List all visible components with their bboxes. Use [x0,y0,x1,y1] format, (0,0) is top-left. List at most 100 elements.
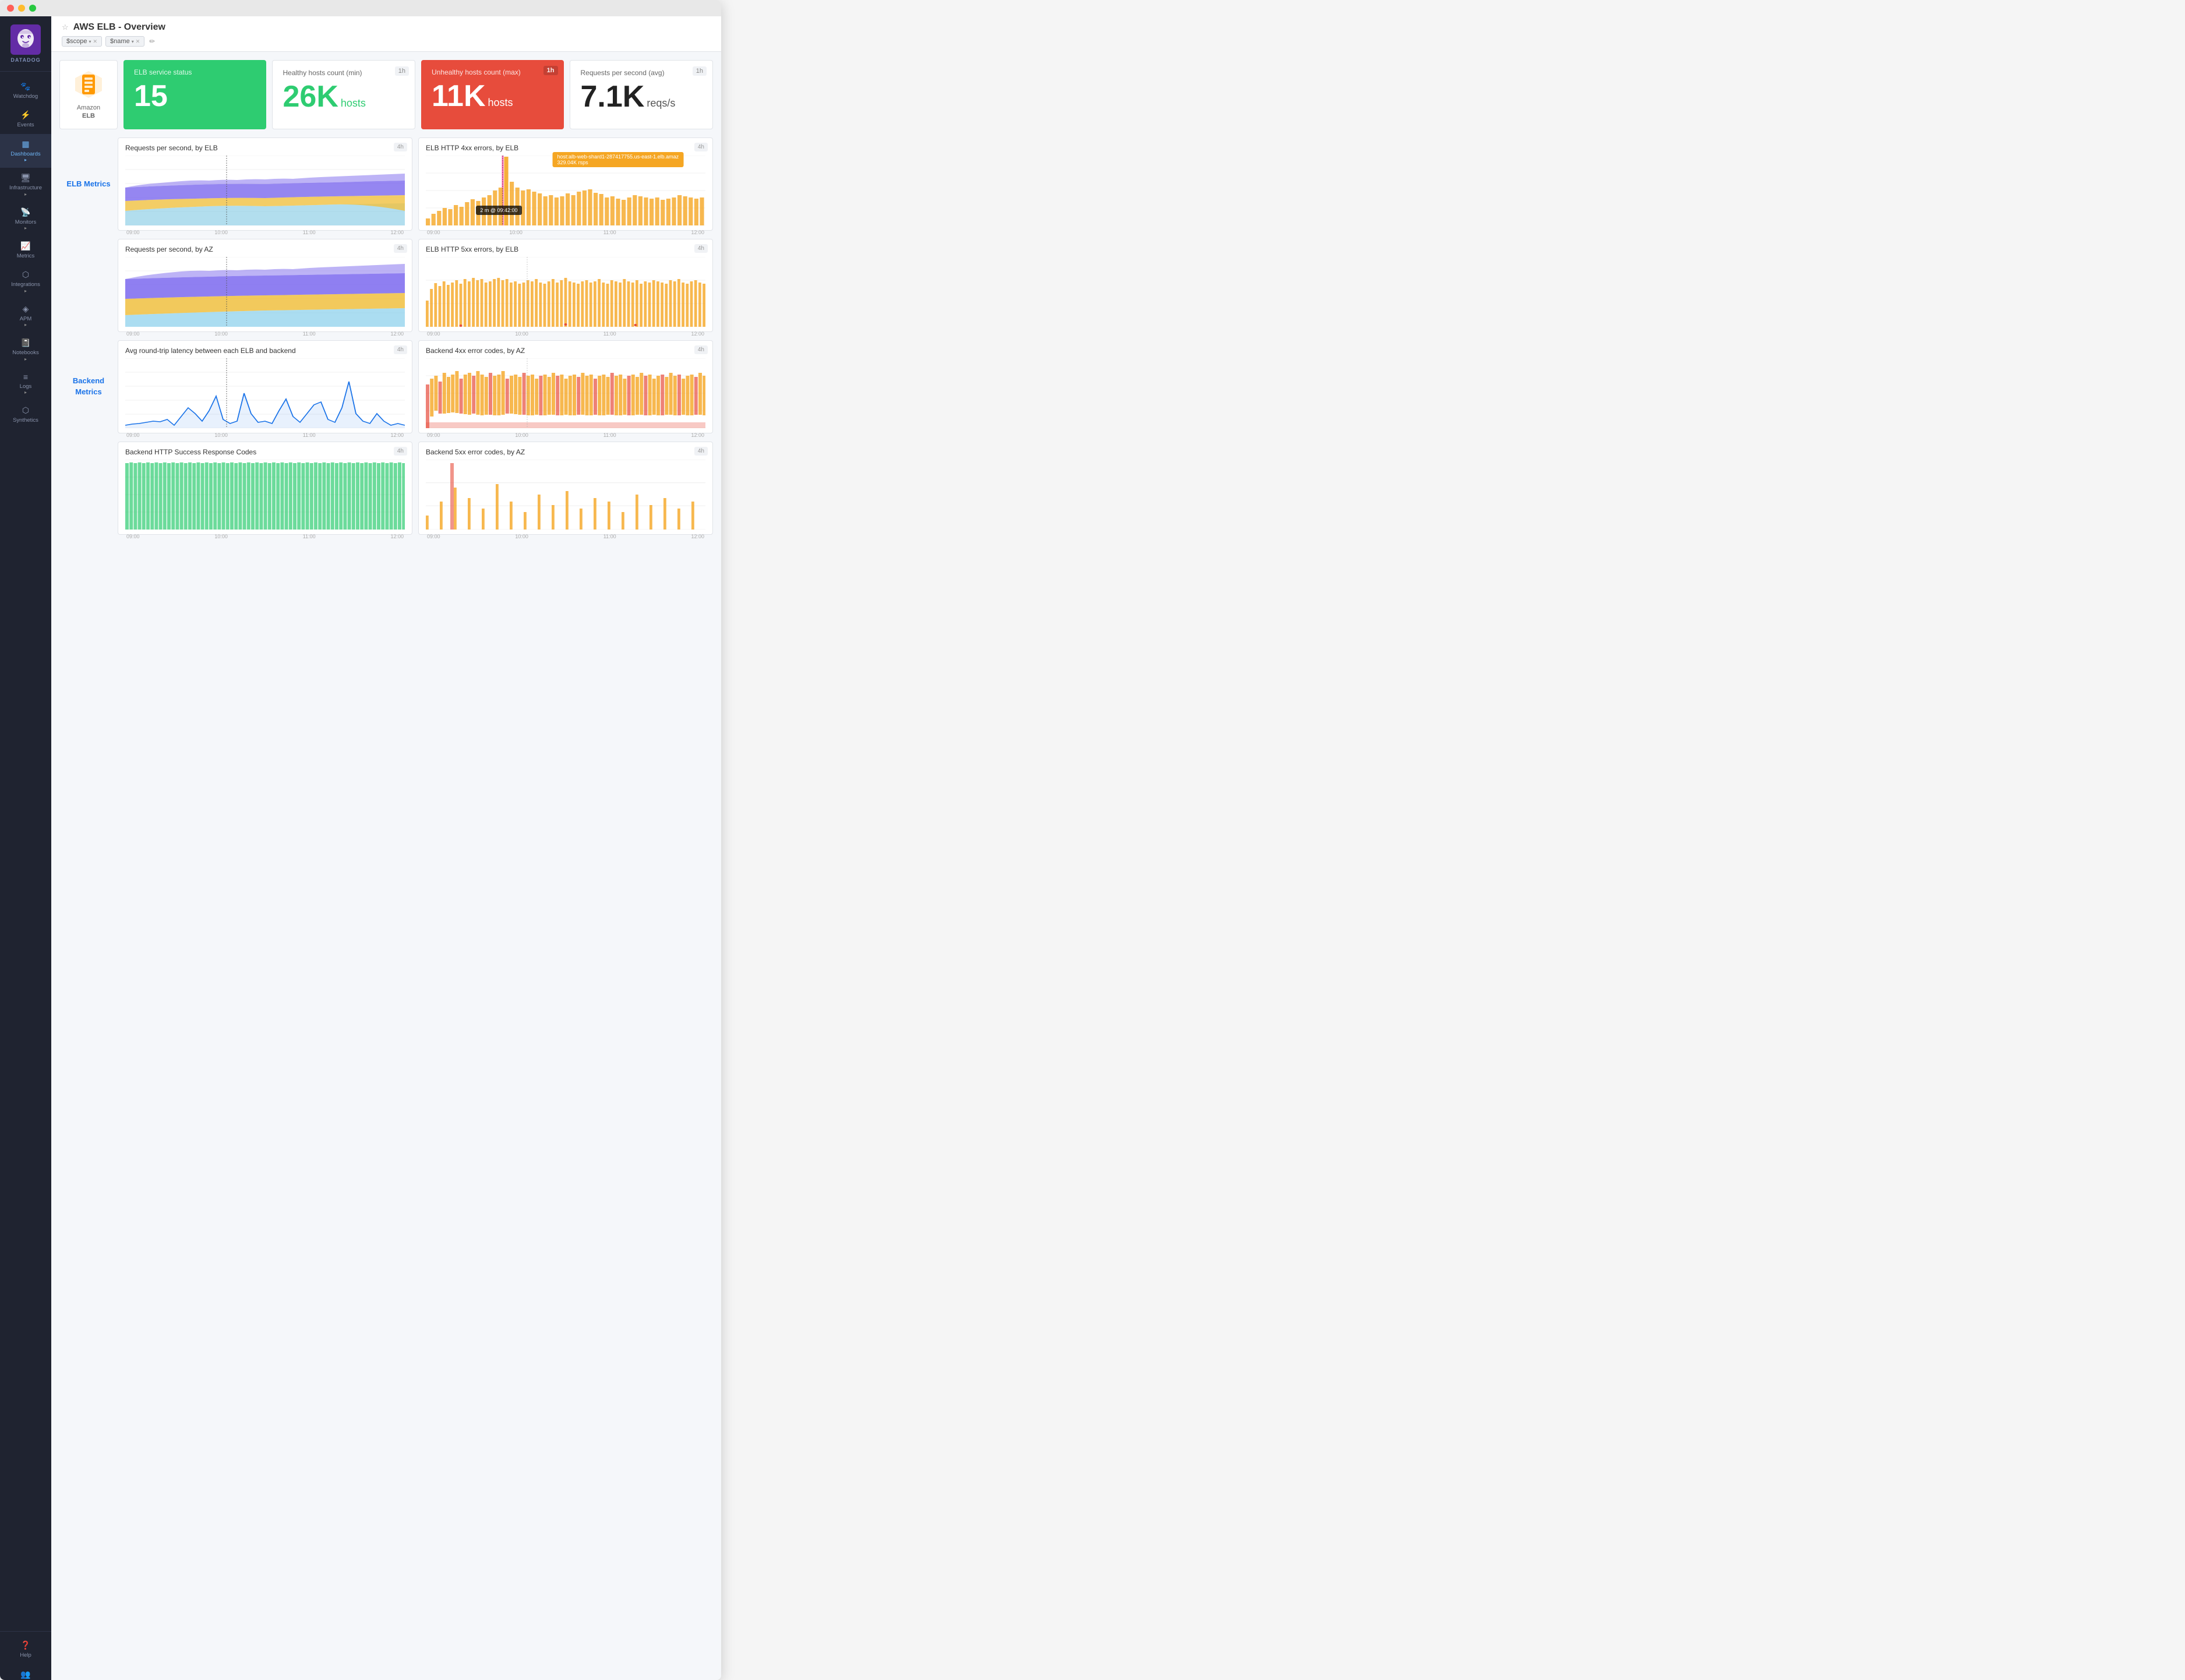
sidebar-item-notebooks[interactable]: 📓 Notebooks ▸ [0,333,51,366]
sidebar-item-help[interactable]: ❓ Help [0,1635,51,1664]
backend-metrics-charts-row1: Avg round-trip latency between each ELB … [118,340,713,433]
elb-logo-label: AmazonELB [77,104,100,121]
chart-backend-4xx: Backend 4xx error codes, by AZ 4h [418,340,713,433]
backend-metrics-label-col: Backend Metrics [59,340,118,433]
elb-5xx-x-labels: 09:00 10:00 11:00 12:00 [426,331,705,337]
sidebar-item-monitors[interactable]: 📡 Monitors ▸ [0,202,51,236]
elb-logo-card: AmazonELB [59,60,118,129]
chart-req-az-title: Requests per second, by AZ [125,245,405,253]
help-icon: ❓ [20,1640,30,1650]
sidebar-item-dashboards[interactable]: ▦ Dashboards ▸ [0,134,51,168]
elb-metrics-link[interactable]: ELB Metrics [66,179,110,189]
edit-icon[interactable]: ✏ [148,36,156,47]
metrics-icon: 📈 [20,241,30,251]
sidebar-item-apm[interactable]: ◈ APM ▸ [0,299,51,333]
chart-elb-5xx-badge: 4h [694,244,708,253]
name-dropdown-icon: ▾ [132,39,134,44]
synthetics-icon: ⬡ [22,405,29,415]
scope-filter[interactable]: $scope ▾ ✕ [62,36,102,47]
backend-metrics-label-col2 [59,442,118,535]
sidebar-item-watchdog[interactable]: 🐾 Watchdog [0,76,51,105]
requests-per-second-card: 1h Requests per second (avg) 7.1Kreqs/s [570,60,714,129]
requests-title: Requests per second (avg) [581,69,703,77]
elb-status-value: 15 [134,81,256,111]
sidebar-nav: 🐾 Watchdog ⚡ Events ▦ Dashboards ▸ 🖥 Inf… [0,72,51,1631]
healthy-hosts-title: Healthy hosts count (min) [283,69,405,77]
chart-backend-success: Backend HTTP Success Response Codes 4h [118,442,412,535]
chart-latency-area[interactable]: 09:00 10:00 11:00 12:00 [125,358,405,428]
chart-backend-4xx-area[interactable]: 09:00 10:00 11:00 12:00 [426,358,705,428]
sidebar-item-integrations[interactable]: ⬡ Integrations ▸ [0,264,51,298]
dashboards-icon: ▦ [22,139,29,149]
datadog-logo-icon [10,24,41,55]
elb-4xx-x-labels: 09:00 10:00 11:00 12:00 [426,230,705,235]
chart-req-az-badge: 4h [394,244,407,253]
chart-req-per-sec-elb-title: Requests per second, by ELB [125,144,405,152]
sidebar-item-metrics[interactable]: 📈 Metrics [0,236,51,264]
unhealthy-hosts-value: 11Khosts [432,81,553,111]
team-icon: 👥 [20,1670,30,1679]
integrations-icon: ⬡ [22,270,29,280]
monitors-icon: 📡 [20,207,30,217]
chart-req-per-sec-elb-area[interactable]: 09:00 10:00 11:00 12:00 [125,156,405,225]
sidebar-item-synthetics[interactable]: ⬡ Synthetics [0,400,51,429]
sidebar-logo: DATADOG [0,16,51,72]
elb-metrics-label-col: ELB Metrics [59,137,118,231]
healthy-hosts-badge: 1h [395,66,409,76]
chart-avg-latency: Avg round-trip latency between each ELB … [118,340,412,433]
dashboard-body: AmazonELB ELB service status 15 1h Healt… [51,52,721,1680]
infrastructure-icon: 🖥 [20,173,31,183]
sidebar-item-logs[interactable]: ≡ Logs ▸ [0,367,51,400]
chart-4xx-time-tooltip: 2 m @ 09:42:00 [476,206,521,215]
name-filter[interactable]: $name ▾ ✕ [105,36,144,47]
chart-backend-4xx-badge: 4h [694,345,708,354]
chart-latency-title: Avg round-trip latency between each ELB … [125,347,405,355]
elb-metrics-section-row2: Requests per second, by AZ 4h [59,239,713,332]
req-elb-x-labels: 09:00 10:00 11:00 12:00 [125,230,405,235]
status-row: AmazonELB ELB service status 15 1h Healt… [59,60,713,129]
latency-x-labels: 09:00 10:00 11:00 12:00 [125,432,405,438]
unhealthy-hosts-badge: 1h [543,66,558,75]
star-icon[interactable]: ☆ [62,23,69,32]
scope-dropdown-icon: ▾ [89,39,91,44]
elb-service-status-card: ELB service status 15 [123,60,266,129]
sidebar-item-infrastructure[interactable]: 🖥 Infrastructure ▸ [0,168,51,202]
chart-success-area[interactable]: 09:00 10:00 11:00 12:00 [125,460,405,530]
maximize-button[interactable] [29,5,36,12]
backend-metrics-section-row2: Backend HTTP Success Response Codes 4h [59,442,713,535]
healthy-hosts-card: 1h Healthy hosts count (min) 26Khosts [272,60,416,129]
elb-metrics-label-col2 [59,239,118,332]
chart-elb-4xx-badge: 4h [694,143,708,151]
minimize-button[interactable] [18,5,25,12]
backend-metrics-charts-row2: Backend HTTP Success Response Codes 4h [118,442,713,535]
main-content: ☆ AWS ELB - Overview $scope ▾ ✕ $name ▾ … [51,16,721,1680]
chart-elb-5xx-area[interactable]: 09:00 10:00 11:00 12:00 [426,257,705,327]
success-x-labels: 09:00 10:00 11:00 12:00 [125,534,405,539]
chart-backend-4xx-title: Backend 4xx error codes, by AZ [426,347,705,355]
sidebar-item-events[interactable]: ⚡ Events [0,105,51,133]
title-bar: ☆ AWS ELB - Overview $scope ▾ ✕ $name ▾ … [51,16,721,52]
sidebar-bottom: ❓ Help 👥 Team [0,1631,51,1680]
chart-success-badge: 4h [394,447,407,456]
chart-req-az-area[interactable]: 09:00 10:00 11:00 12:00 [125,257,405,327]
backend-5xx-x-labels: 09:00 10:00 11:00 12:00 [426,534,705,539]
page-title: AWS ELB - Overview [73,22,165,33]
chart-elb-5xx-title: ELB HTTP 5xx errors, by ELB [426,245,705,253]
backend-metrics-link[interactable]: Backend Metrics [64,376,113,397]
unhealthy-hosts-card: 1h Unhealthy hosts count (max) 11Khosts [421,60,564,129]
chart-elb-4xx: ELB HTTP 4xx errors, by ELB 4h host:alb-… [418,137,713,231]
apm-icon: ◈ [23,304,29,314]
unhealthy-hosts-title: Unhealthy hosts count (max) [432,68,553,76]
sidebar-item-team[interactable]: 👥 Team [0,1664,51,1680]
aws-elb-logo [73,69,104,100]
elb-metrics-charts-row2: Requests per second, by AZ 4h [118,239,713,332]
chart-latency-badge: 4h [394,345,407,354]
close-button[interactable] [7,5,14,12]
sidebar: DATADOG 🐾 Watchdog ⚡ Events ▦ Dashboards… [0,16,51,1680]
requests-value: 7.1Kreqs/s [581,82,703,112]
chart-elb-4xx-title: ELB HTTP 4xx errors, by ELB [426,144,705,152]
chart-success-title: Backend HTTP Success Response Codes [125,448,405,456]
chart-backend-5xx-area[interactable]: 09:00 10:00 11:00 12:00 [426,460,705,530]
elb-metrics-charts-row1: Requests per second, by ELB 4h [118,137,713,231]
backend-metrics-section: Backend Metrics Avg round-trip latency b… [59,340,713,433]
